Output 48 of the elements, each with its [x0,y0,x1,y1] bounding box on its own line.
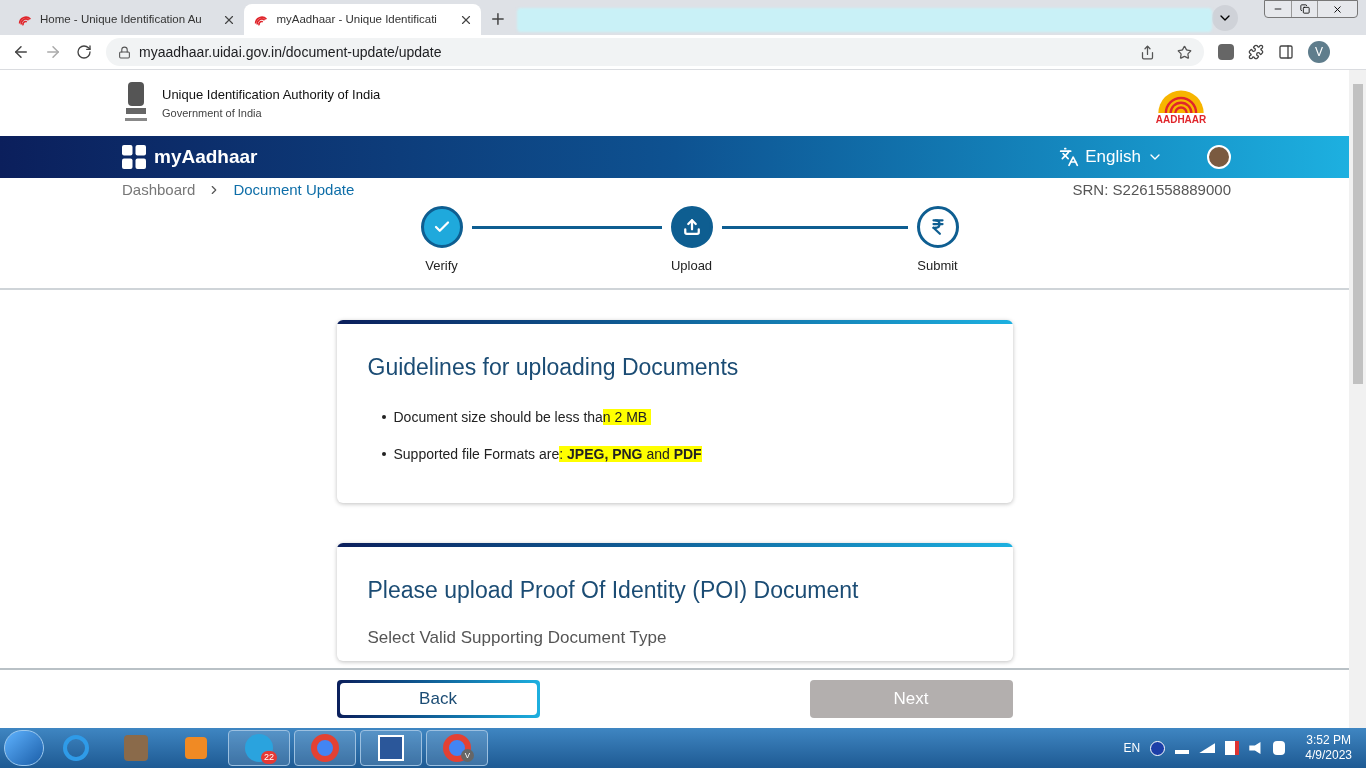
back-button[interactable]: Back [336,680,540,718]
share-icon[interactable] [1140,44,1155,60]
clock-time[interactable]: 3:52 PM [1306,733,1351,748]
translate-icon [1059,147,1080,167]
tab-title: Home - Unique Identification Au [40,11,203,27]
address-field[interactable]: myaadhaar.uidai.gov.in/document-update/update [106,38,1204,66]
field-label: Select Valid Supporting Document Type [367,627,668,649]
grid-icon[interactable] [122,145,146,169]
extensions-icon[interactable] [1248,44,1264,60]
card-title: Please upload Proof Of Identity (POI) Document [367,575,860,605]
close-icon [1332,3,1343,15]
side-panel-icon[interactable] [1278,44,1294,60]
upload-icon [682,218,701,236]
tab-title: myAadhaar - Unique Identificati [276,11,438,27]
card-title: Guidelines for uploading Documents [367,353,740,382]
logo-text: AADHAAR [1155,115,1207,125]
start-button[interactable] [4,730,44,766]
url-text: myaadhaar.uidai.gov.in/document-update/update [139,42,442,62]
srn-text: SRN: S2261558889000 [1072,179,1231,200]
help-icon[interactable] [1150,740,1166,756]
lock-icon [118,45,131,59]
step-label: Upload [670,257,713,275]
bookmark-icon[interactable] [1177,44,1192,60]
profile-badge: V [461,749,474,762]
tab-search-button[interactable] [1212,5,1238,31]
org-name: Unique Identification Authority of India [162,86,381,104]
browser-tab[interactable]: myAadhaar - Unique Identificati [244,4,481,35]
guideline-item: Supported file Formats are: JPEG, PNG and PDF [381,443,982,465]
word-taskbar-icon[interactable] [360,730,422,766]
breadcrumb-link[interactable]: Document Update [233,178,355,202]
extension-icon[interactable] [1218,44,1234,60]
reload-icon[interactable] [76,44,92,60]
user-avatar[interactable] [1207,145,1231,169]
flag-icon[interactable] [1225,741,1240,755]
breadcrumb-link[interactable]: Dashboard [122,178,196,202]
language-selector[interactable]: English [1059,144,1163,170]
step-label: Submit [917,257,958,275]
language-indicator[interactable]: EN [1123,739,1141,757]
step-label: Verify [425,257,458,275]
back-icon[interactable] [12,43,30,61]
gov-name: Government of India [162,105,263,121]
chrome-profile-taskbar-icon[interactable]: V [426,730,488,766]
restore-icon [1299,4,1310,14]
profile-avatar[interactable]: V [1308,41,1330,63]
power-icon[interactable] [1273,741,1286,755]
brand-name: myAadhaar [154,144,258,169]
telegram-taskbar-icon[interactable]: 22 [228,730,290,766]
clock-date[interactable]: 4/9/2023 [1305,748,1352,763]
